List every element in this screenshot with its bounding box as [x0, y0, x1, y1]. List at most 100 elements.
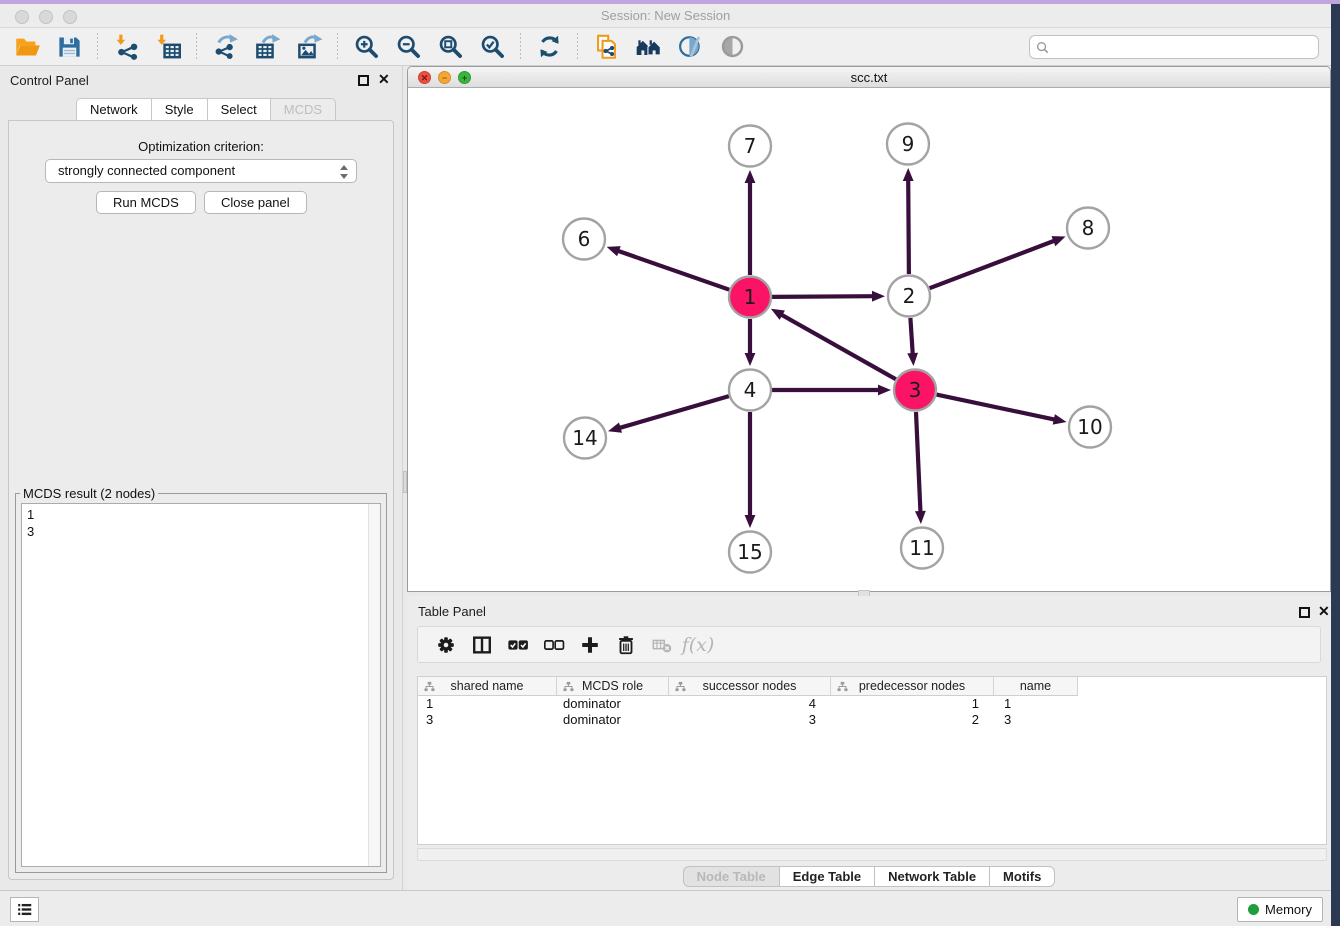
- import-network-button[interactable]: [105, 31, 147, 63]
- graph-edge-4-14[interactable]: [619, 396, 729, 428]
- graph-edge-arrow: [1052, 236, 1066, 246]
- table-row[interactable]: 3dominator323: [418, 712, 1326, 728]
- graph-edge-arrow: [915, 511, 926, 524]
- criterion-select[interactable]: strongly connected component: [45, 159, 357, 183]
- select-all-button[interactable]: [500, 630, 536, 660]
- style-paint-icon: [677, 33, 704, 60]
- column-header-name[interactable]: name: [994, 677, 1078, 696]
- table-cell: 3: [994, 712, 1078, 728]
- zoom-out-button[interactable]: [387, 31, 429, 63]
- hierarchy-icon: [675, 681, 686, 692]
- graph-edge-3-1[interactable]: [781, 314, 896, 379]
- column-header-shared-name[interactable]: shared name: [418, 677, 557, 696]
- run-mcds-button[interactable]: Run MCDS: [96, 191, 196, 214]
- open-session-button[interactable]: [6, 31, 48, 63]
- network-window-titlebar[interactable]: ✕ − + scc.txt: [408, 67, 1330, 88]
- zoom-in-button[interactable]: [345, 31, 387, 63]
- table-cell: 1: [994, 696, 1078, 712]
- show-hide-button[interactable]: [711, 31, 753, 63]
- hierarchy-icon: [837, 681, 848, 692]
- tab-network[interactable]: Network: [76, 98, 152, 121]
- table-settings-button[interactable]: [428, 630, 464, 660]
- zoom-fit-icon: [437, 33, 464, 60]
- app-window: Session: New Session Control Panel ✕ Net…: [0, 4, 1331, 926]
- export-network-button[interactable]: [204, 31, 246, 63]
- export-image-icon: [296, 33, 323, 60]
- search-box: [1029, 35, 1319, 59]
- table-hscrollbar[interactable]: [417, 848, 1327, 861]
- column-label: shared name: [451, 679, 524, 693]
- function-builder-button[interactable]: f(x): [680, 630, 716, 660]
- status-list-button[interactable]: [10, 897, 39, 922]
- close-panel-icon[interactable]: ✕: [378, 70, 390, 88]
- style-paint-button[interactable]: [669, 31, 711, 63]
- tab-node-table[interactable]: Node Table: [683, 866, 780, 887]
- save-session-button[interactable]: [48, 31, 90, 63]
- graph-edge-arrow: [872, 291, 885, 302]
- graph-node-label: 7: [744, 134, 757, 158]
- graph-edge-1-2[interactable]: [772, 296, 874, 297]
- tab-style[interactable]: Style: [152, 98, 208, 121]
- export-table-button[interactable]: [246, 31, 288, 63]
- toolbar-separator: [97, 33, 98, 61]
- graph-edge-3-11[interactable]: [916, 412, 921, 513]
- export-image-button[interactable]: [288, 31, 330, 63]
- result-scrollbar[interactable]: [368, 504, 380, 866]
- import-network-icon: [113, 33, 140, 60]
- mcds-tab-content: Optimization criterion: strongly connect…: [8, 120, 394, 880]
- select-stepper-icon: [339, 164, 349, 180]
- graph-edge-3-10[interactable]: [937, 395, 1056, 420]
- duplicate-network-icon: [593, 33, 620, 60]
- graph-edge-2-9[interactable]: [908, 179, 909, 274]
- graph-edge-arrow: [903, 168, 914, 181]
- criterion-value: strongly connected component: [58, 163, 235, 178]
- tab-network-table[interactable]: Network Table: [875, 866, 990, 887]
- first-neighbors-button[interactable]: [627, 31, 669, 63]
- column-label: MCDS role: [582, 679, 643, 693]
- zoom-selected-button[interactable]: [471, 31, 513, 63]
- column-view-button[interactable]: [464, 630, 500, 660]
- zoom-selected-icon: [479, 33, 506, 60]
- apply-layout-button[interactable]: [528, 31, 570, 63]
- table-cell: 1: [831, 696, 994, 712]
- table-close-icon[interactable]: ✕: [1318, 602, 1330, 620]
- search-input[interactable]: [1053, 37, 1318, 57]
- graph-edge-arrow: [608, 423, 622, 433]
- tab-select[interactable]: Select: [208, 98, 271, 121]
- delete-column-button[interactable]: [608, 630, 644, 660]
- column-header-MCDS-role[interactable]: MCDS role: [557, 677, 669, 696]
- memory-status-icon: [1248, 904, 1259, 915]
- network-view-window: ✕ − + scc.txt 7968124314101511: [407, 66, 1331, 592]
- toolbar-separator: [337, 33, 338, 61]
- deselect-all-button[interactable]: [536, 630, 572, 660]
- graph-edge-2-3[interactable]: [910, 318, 912, 355]
- save-session-icon: [56, 33, 83, 60]
- table-float-icon[interactable]: [1299, 607, 1310, 618]
- float-panel-icon[interactable]: [358, 75, 369, 86]
- duplicate-network-button[interactable]: [585, 31, 627, 63]
- mcds-result-text[interactable]: 13: [21, 503, 381, 867]
- tab-motifs[interactable]: Motifs: [990, 866, 1055, 887]
- import-table-button[interactable]: [147, 31, 189, 63]
- graph-node-label: 15: [737, 540, 762, 564]
- column-label: name: [1020, 679, 1051, 693]
- graph-edge-arrow: [745, 170, 756, 183]
- graph-edge-arrow: [1053, 414, 1067, 425]
- zoom-fit-button[interactable]: [429, 31, 471, 63]
- delete-table-button[interactable]: [644, 630, 680, 660]
- close-panel-button[interactable]: Close panel: [204, 191, 307, 214]
- graph-edge-1-6[interactable]: [617, 251, 729, 290]
- graph-svg[interactable]: 7968124314101511: [408, 88, 1330, 591]
- table-row[interactable]: 1dominator411: [418, 696, 1326, 712]
- tab-mcds[interactable]: MCDS: [271, 98, 336, 121]
- add-column-button[interactable]: [572, 630, 608, 660]
- column-header-predecessor-nodes[interactable]: predecessor nodes: [831, 677, 994, 696]
- column-header-successor-nodes[interactable]: successor nodes: [669, 677, 831, 696]
- import-table-icon: [155, 33, 182, 60]
- graph-edge-2-8[interactable]: [930, 240, 1056, 288]
- memory-label: Memory: [1265, 902, 1312, 917]
- tab-edge-table[interactable]: Edge Table: [780, 866, 875, 887]
- table-body: 1dominator4113dominator323: [418, 696, 1326, 728]
- memory-button[interactable]: Memory: [1237, 897, 1323, 922]
- column-label: predecessor nodes: [859, 679, 965, 693]
